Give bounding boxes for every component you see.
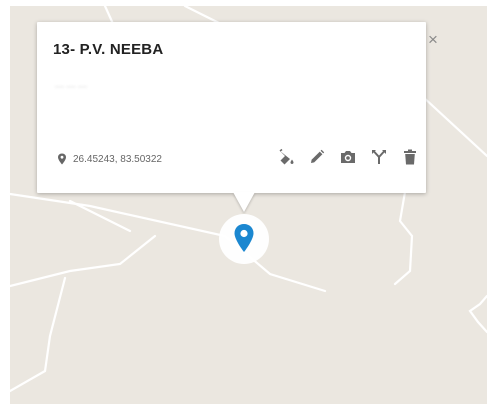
delete-button[interactable]	[401, 148, 419, 166]
location-popup: 13- P.V. NEEBA — — — × 26.45243, 83.5032…	[37, 22, 438, 193]
paint-bucket-icon	[279, 148, 294, 165]
trash-icon	[404, 149, 416, 165]
popup-actions	[277, 148, 419, 166]
map-pin-icon	[58, 153, 66, 165]
coordinates-row: 26.45243, 83.50322	[57, 153, 162, 165]
road	[10, 276, 67, 393]
close-button[interactable]: ×	[426, 31, 440, 48]
road	[393, 190, 414, 286]
location-pin-icon	[234, 224, 254, 252]
camera-button[interactable]	[339, 148, 357, 166]
road	[420, 94, 487, 158]
fork-button[interactable]	[370, 148, 388, 166]
edit-button[interactable]	[308, 148, 326, 166]
popup-subtitle: — — —	[55, 81, 88, 91]
location-marker[interactable]	[219, 214, 269, 264]
coordinates-text: 26.45243, 83.50322	[73, 153, 162, 165]
camera-icon	[341, 151, 355, 163]
pencil-icon	[311, 149, 325, 163]
fork-icon	[372, 150, 386, 164]
road	[10, 192, 327, 293]
paint-button[interactable]	[277, 148, 295, 166]
popup-title: 13- P.V. NEEBA	[53, 41, 164, 58]
popup-pointer	[233, 192, 255, 212]
road	[68, 199, 132, 233]
road	[10, 234, 157, 288]
road	[468, 294, 487, 334]
